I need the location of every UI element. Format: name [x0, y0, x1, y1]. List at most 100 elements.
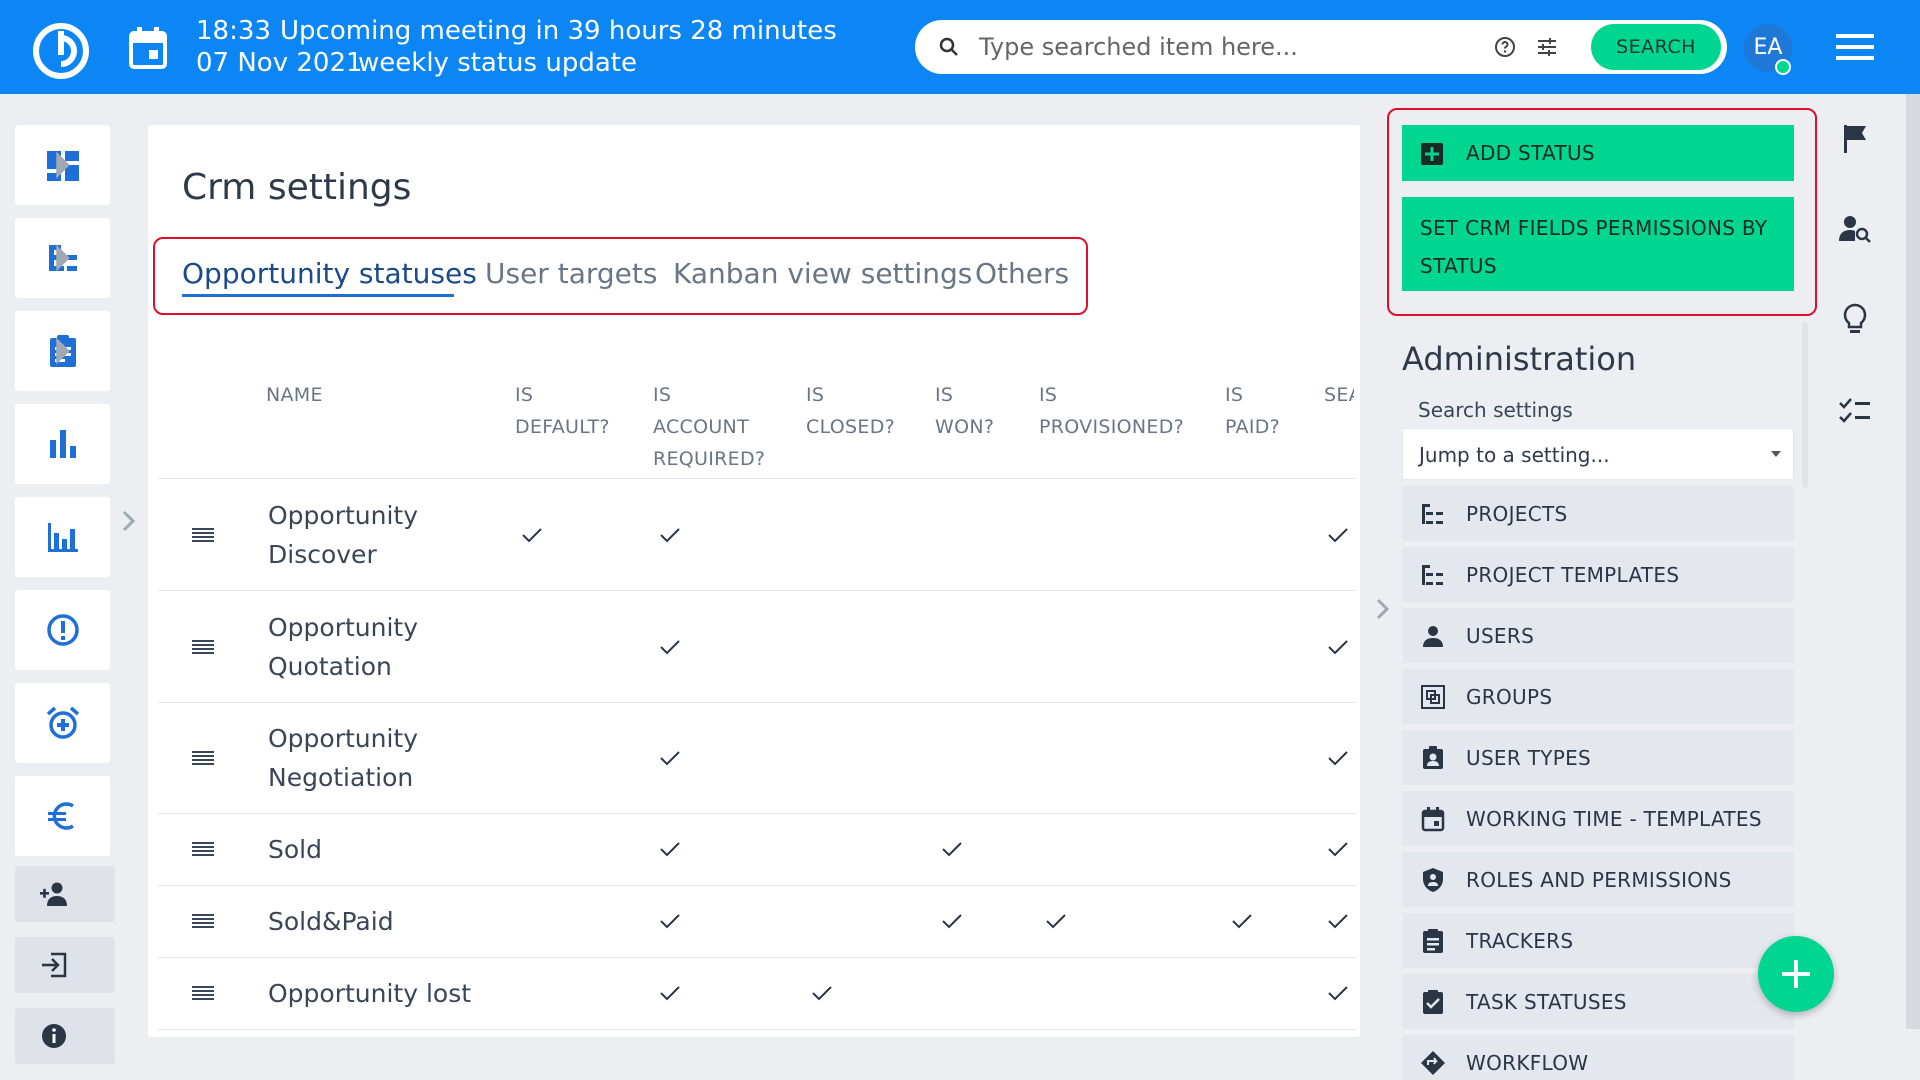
drag-handle-icon[interactable]	[192, 527, 214, 543]
euro-icon	[48, 802, 74, 830]
project-tree-icon	[1422, 504, 1443, 524]
drag-handle-icon[interactable]	[192, 913, 214, 929]
info-icon	[42, 1024, 66, 1048]
table-divider	[158, 478, 1356, 479]
groups-icon	[1421, 685, 1445, 709]
add-status-button[interactable]: ADD STATUS	[1402, 125, 1794, 181]
sidebar-analytics[interactable]	[15, 497, 110, 577]
check-icon	[1328, 842, 1348, 857]
check-icon	[1328, 527, 1348, 542]
sidebar-reports[interactable]	[15, 404, 110, 484]
tab-kanban-view-settings[interactable]: Kanban view settings	[673, 257, 972, 290]
drag-handle-icon[interactable]	[192, 841, 214, 857]
filter-settings-icon[interactable]	[1535, 35, 1559, 59]
table-row-divider	[158, 957, 1356, 958]
search-settings-label: Search settings	[1418, 398, 1573, 422]
column-header-is-account-required[interactable]: IS ACCOUNT REQUIRED?	[653, 379, 765, 475]
admin-menu-item-task-statuses[interactable]: TASK STATUSES	[1402, 974, 1794, 1029]
sidebar-time-tracking[interactable]	[15, 683, 110, 763]
meeting-time: 18:33	[196, 16, 271, 46]
calendar-icon[interactable]	[128, 26, 168, 70]
admin-menu-item-project-templates[interactable]: PROJECT TEMPLATES	[1402, 547, 1794, 602]
admin-menu-item-working-time-templates[interactable]: WORKING TIME - TEMPLATES	[1402, 791, 1794, 846]
column-header-is-default[interactable]: IS DEFAULT?	[515, 379, 610, 443]
admin-menu-label: TRACKERS	[1466, 929, 1574, 953]
expand-panel-chevron-icon[interactable]	[1372, 596, 1394, 622]
column-header-truncated[interactable]: SEA	[1324, 379, 1354, 411]
meeting-date: 07 Nov 2021	[196, 48, 363, 78]
admin-scrollbar[interactable]	[1802, 322, 1808, 488]
app-logo-icon[interactable]	[32, 22, 90, 80]
set-crm-fields-permissions-button[interactable]: SET CRM FIELDS PERMISSIONS BY STATUS	[1402, 197, 1794, 291]
project-tree-icon	[1422, 565, 1443, 585]
page-title: Crm settings	[182, 167, 412, 208]
status-name[interactable]: Opportunity Discover	[268, 496, 418, 574]
admin-menu-item-workflow[interactable]: WORKFLOW	[1402, 1035, 1794, 1080]
search-input[interactable]	[979, 29, 1399, 65]
add-user-icon	[40, 882, 67, 906]
check-icon	[660, 750, 680, 765]
tab-others[interactable]: Others	[975, 257, 1069, 290]
sidebar-login[interactable]	[15, 937, 115, 993]
add-box-icon	[1421, 143, 1443, 165]
column-header-is-provisioned[interactable]: IS PROVISIONED?	[1039, 379, 1184, 443]
column-header-is-paid[interactable]: IS PAID?	[1225, 379, 1280, 443]
status-name[interactable]: Opportunity Negotiation	[268, 719, 418, 797]
admin-menu-item-projects[interactable]: PROJECTS	[1402, 486, 1794, 541]
sidebar-alerts[interactable]	[15, 590, 110, 670]
meeting-subtitle[interactable]: weekly status update	[358, 48, 637, 78]
global-search: SEARCH	[915, 20, 1727, 74]
add-status-label: ADD STATUS	[1466, 141, 1595, 165]
status-name[interactable]: Opportunity lost	[268, 974, 471, 1013]
drag-handle-icon[interactable]	[192, 750, 214, 766]
admin-menu-item-roles-and-permissions[interactable]: ROLES AND PERMISSIONS	[1402, 852, 1794, 907]
sidebar-projects[interactable]	[15, 218, 110, 298]
sidebar-add-user[interactable]	[15, 866, 115, 922]
admin-menu-label: WORKFLOW	[1466, 1051, 1589, 1075]
hamburger-menu-icon[interactable]	[1836, 32, 1874, 62]
admin-menu-label: GROUPS	[1466, 685, 1553, 709]
drag-handle-icon[interactable]	[192, 639, 214, 655]
check-icon	[660, 914, 680, 929]
admin-menu-item-trackers[interactable]: TRACKERS	[1402, 913, 1794, 968]
admin-menu-item-groups[interactable]: GROUPS	[1402, 669, 1794, 724]
check-icon	[1328, 914, 1348, 929]
check-icon	[1328, 750, 1348, 765]
page-scrollbar[interactable]	[1906, 94, 1920, 1029]
admin-menu-label: TASK STATUSES	[1466, 990, 1627, 1014]
help-icon[interactable]	[1493, 35, 1517, 59]
checklist-icon[interactable]	[1838, 394, 1872, 428]
column-header-is-won[interactable]: IS WON?	[935, 379, 994, 443]
tab-opportunity-statuses[interactable]: Opportunity statuses	[182, 257, 477, 290]
check-icon	[1328, 639, 1348, 654]
admin-menu-item-users[interactable]: USERS	[1402, 608, 1794, 663]
workflow-icon	[1421, 1051, 1445, 1075]
sidebar-finance[interactable]	[15, 776, 110, 856]
search-button[interactable]: SEARCH	[1591, 24, 1721, 70]
column-header-name[interactable]: NAME	[266, 379, 323, 411]
quick-add-button[interactable]	[1758, 936, 1834, 1012]
status-name[interactable]: Sold&Paid	[268, 902, 394, 941]
tab-user-targets[interactable]: User targets	[485, 257, 657, 290]
user-search-icon[interactable]	[1838, 212, 1872, 246]
login-icon	[42, 952, 67, 978]
status-name[interactable]: Sold	[268, 830, 322, 869]
drag-handle-icon[interactable]	[192, 985, 214, 1001]
sidebar-info[interactable]	[15, 1008, 115, 1064]
admin-menu-label: ROLES AND PERMISSIONS	[1466, 868, 1732, 892]
chevron-right-icon	[56, 244, 70, 272]
sidebar-tasks[interactable]	[15, 311, 110, 391]
expand-sidebar-chevron-icon[interactable]	[118, 508, 140, 534]
crm-settings-panel: Crm settings Opportunity statuses User t…	[148, 125, 1360, 1037]
jump-to-setting-select[interactable]: Jump to a setting...	[1402, 428, 1794, 480]
user-badge-icon	[1423, 746, 1443, 769]
clipboard-check-icon	[1423, 990, 1443, 1014]
meeting-title[interactable]: Upcoming meeting in 39 hours 28 minutes	[280, 16, 837, 46]
flag-icon[interactable]	[1838, 122, 1872, 156]
sidebar-dashboard[interactable]	[15, 125, 110, 205]
lightbulb-icon[interactable]	[1838, 302, 1872, 336]
column-header-is-closed[interactable]: IS CLOSED?	[806, 379, 895, 443]
analytics-icon	[48, 523, 78, 552]
admin-menu-item-user-types[interactable]: USER TYPES	[1402, 730, 1794, 785]
status-name[interactable]: Opportunity Quotation	[268, 608, 418, 686]
